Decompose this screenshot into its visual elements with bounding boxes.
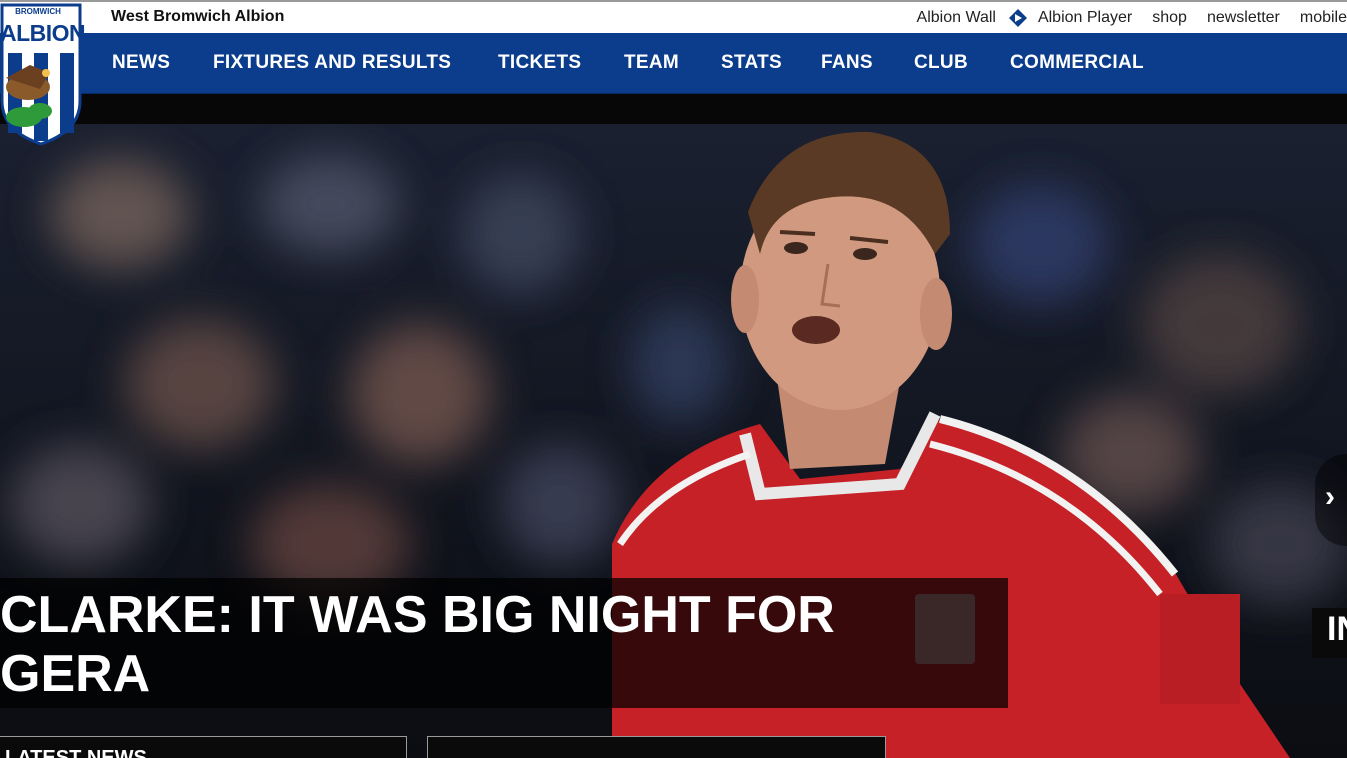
nav-item-team[interactable]: TEAM: [624, 52, 679, 74]
main-nav: NEWS FIXTURES AND RESULTS TICKETS TEAM S…: [0, 33, 1347, 94]
newsletter-link[interactable]: newsletter: [1207, 9, 1280, 27]
albion-wall-link[interactable]: Albion Wall: [917, 9, 996, 27]
nav-item-tickets[interactable]: TICKETS: [498, 52, 581, 74]
crest-text-top: BROMWICH: [15, 7, 61, 16]
nav-item-news[interactable]: NEWS: [112, 52, 170, 74]
hero-headline-line1: CLARKE: IT WAS BIG NIGHT FOR: [0, 586, 835, 644]
nav-item-fans[interactable]: FANS: [821, 52, 873, 74]
nav-item-stats[interactable]: STATS: [721, 52, 782, 74]
site-name[interactable]: West Bromwich Albion: [111, 8, 284, 26]
shop-link[interactable]: shop: [1152, 9, 1187, 27]
nav-item-commercial[interactable]: COMMERCIAL: [1010, 52, 1144, 74]
middle-panel: [427, 736, 886, 758]
hero-headline[interactable]: CLARKE: IT WAS BIG NIGHT FOR GERA: [0, 586, 990, 704]
utility-links: Albion Wall Albion Player shop newslette…: [917, 8, 1347, 28]
chevron-right-icon: ›: [1325, 480, 1335, 513]
mobile-link[interactable]: mobile: [1300, 9, 1347, 27]
nav-shadow-strip: [0, 94, 1347, 124]
next-slide-button[interactable]: ›: [1315, 454, 1347, 546]
utility-bar: West Bromwich Albion Albion Wall Albion …: [0, 0, 1347, 33]
hero-headline-line2: GERA: [0, 645, 151, 703]
albion-player-link[interactable]: Albion Player: [1038, 9, 1132, 27]
nav-item-club[interactable]: CLUB: [914, 52, 968, 74]
albion-player-icon[interactable]: [1008, 8, 1028, 28]
nav-item-fixtures[interactable]: FIXTURES AND RESULTS: [213, 52, 451, 74]
latest-news-panel: LATEST NEWS: [0, 736, 407, 758]
panel-title-latest-news: LATEST NEWS: [5, 747, 147, 758]
crest-text-main: ALBION: [0, 20, 86, 46]
side-tag[interactable]: IN: [1312, 608, 1347, 658]
